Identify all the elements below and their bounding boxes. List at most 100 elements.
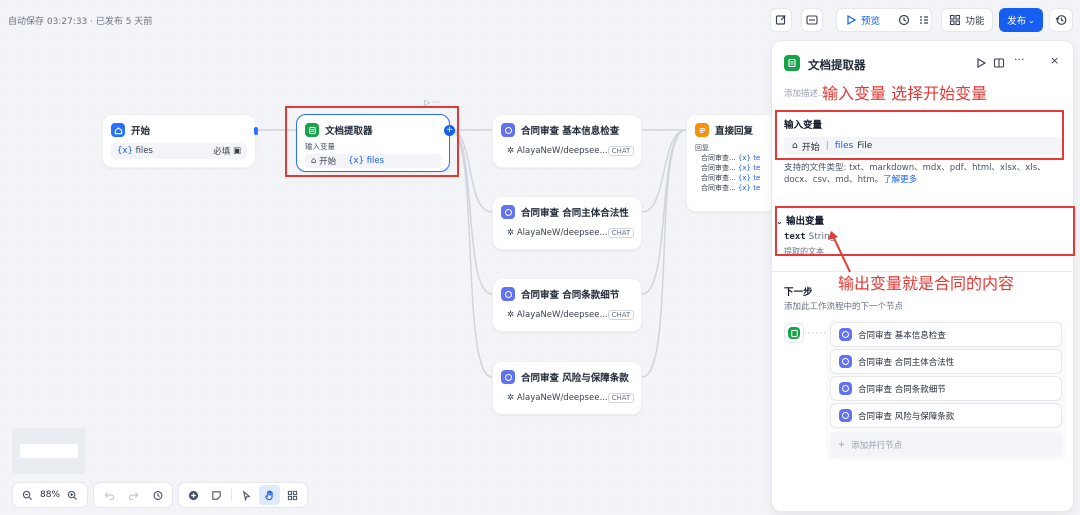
node-llm[interactable]: 合同审查 基本信息检查 ✲ AlayaNeW/deepsee... CHAT: [492, 114, 642, 168]
node-llm[interactable]: 合同审查 合同主体合法性 ✲ AlayaNeW/deepsee... CHAT: [492, 196, 642, 250]
minimap-viewport: [20, 444, 78, 458]
history-run-button[interactable]: [898, 14, 910, 26]
list-check-icon: [920, 16, 929, 24]
llm-icon: [501, 205, 515, 219]
preview-group: 预览: [836, 8, 932, 32]
document-icon: [788, 327, 800, 339]
zoom-level[interactable]: 88%: [39, 490, 61, 500]
highlight-box-doc-node: [285, 106, 459, 177]
redo-icon: [128, 491, 138, 500]
next-node-label: 合同审查 合同主体合法性: [858, 357, 955, 368]
learn-more-link[interactable]: 了解更多: [883, 175, 917, 185]
next-node-item[interactable]: 合同审查 风险与保障条款: [830, 403, 1062, 428]
next-node-label: 合同审查 风险与保障条款: [858, 411, 955, 422]
model-row: ✲ AlayaNeW/deepsee... CHAT: [501, 307, 635, 323]
answer-ref-row: 合同审查... {x} te: [701, 154, 761, 162]
node-start[interactable]: 开始 {x} files 必填 ▣: [102, 114, 258, 168]
layout-icon: [287, 490, 298, 500]
zoom-in-icon: [68, 490, 78, 500]
divider: [231, 488, 232, 502]
next-step-desc: 添加此工作流程中的下一个节点: [784, 302, 904, 312]
next-node-label: 合同审查 合同条款细节: [858, 384, 946, 395]
more-icon[interactable]: ···: [1014, 53, 1026, 66]
answer-icon: [695, 123, 709, 137]
run-node-icon[interactable]: [975, 57, 987, 69]
book-icon[interactable]: [993, 57, 1005, 69]
next-node-item[interactable]: 合同审查 基本信息检查: [830, 322, 1062, 347]
llm-icon: [501, 287, 515, 301]
model-row: ✲ AlayaNeW/deepsee... CHAT: [501, 390, 635, 406]
node-llm[interactable]: 合同审查 风险与保障条款 ✲ AlayaNeW/deepsee... CHAT: [492, 361, 642, 415]
publish-button[interactable]: 发布 ⌄: [999, 8, 1043, 32]
zoom-out-icon: [22, 490, 32, 500]
features-label: 功能: [965, 16, 985, 27]
answer-ref-row: 合同审查... {x} te: [701, 174, 761, 182]
node-llm[interactable]: 合同审查 合同条款细节 ✲ AlayaNeW/deepsee... CHAT: [492, 278, 642, 332]
hand-icon: [265, 490, 273, 500]
output-handle[interactable]: [254, 127, 258, 135]
description-input[interactable]: 添加描述...: [784, 87, 826, 99]
change-history-button[interactable]: [146, 485, 168, 505]
env-icon: [806, 15, 818, 25]
model-name: AlayaNeW/deepsee...: [516, 228, 608, 238]
document-icon: [784, 55, 800, 71]
add-node-button[interactable]: [183, 485, 204, 505]
start-variable-row: {x} files 必填 ▣: [111, 143, 247, 159]
model-name: AlayaNeW/deepsee...: [516, 393, 608, 403]
features-button[interactable]: 功能: [941, 8, 993, 32]
zoom-controls: 88%: [12, 482, 88, 508]
undo-button[interactable]: [98, 485, 120, 505]
node-title: 合同审查 合同主体合法性: [521, 208, 629, 219]
redo-button[interactable]: [122, 485, 144, 505]
next-node-item[interactable]: 合同审查 合同条款细节: [830, 376, 1062, 401]
answer-ref-row: 合同审查... {x} te: [701, 184, 761, 192]
llm-icon: [839, 409, 852, 422]
history-icon: [152, 490, 162, 500]
checklist-button[interactable]: [918, 14, 930, 26]
next-node-item[interactable]: 合同审查 合同主体合法性: [830, 349, 1062, 374]
next-node-label: 合同审查 基本信息检查: [858, 330, 946, 341]
history-icon: [1055, 15, 1067, 25]
next-step-title: 下一步: [784, 287, 813, 298]
model-mode-tag: CHAT: [607, 310, 635, 320]
node-title: 合同审查 合同条款细节: [521, 290, 620, 301]
hand-mode-button[interactable]: [259, 485, 281, 505]
version-history-button[interactable]: [1049, 8, 1073, 32]
add-circle-icon: [188, 490, 199, 500]
publish-label: 发布: [1007, 16, 1027, 27]
autosave-status: 自动保存 03:27:33 · 已发布 5 天前: [8, 17, 153, 27]
cursor-icon: [242, 489, 251, 501]
env-variables-button[interactable]: [801, 8, 823, 32]
add-note-button[interactable]: [206, 485, 227, 505]
node-title: 直接回复: [715, 126, 754, 137]
zoom-out-button[interactable]: [17, 485, 37, 505]
add-parallel-label: 添加并行节点: [851, 440, 903, 451]
checklist-toggle-button[interactable]: [770, 8, 792, 32]
close-icon[interactable]: ×: [1050, 54, 1062, 67]
play-icon: [847, 14, 857, 26]
annotation-output-text: 输出变量就是合同的内容: [838, 274, 1015, 293]
plus-icon: +: [838, 439, 846, 450]
model-icon: ✲: [507, 310, 517, 320]
current-node-badge: [784, 323, 804, 343]
highlight-box-input: [775, 110, 1064, 160]
annotation-arrow: [828, 231, 851, 273]
model-mode-tag: CHAT: [607, 228, 635, 238]
panel-title: 文档提取器: [808, 58, 866, 72]
grid-icon: [950, 14, 961, 26]
model-name: AlayaNeW/deepsee...: [516, 310, 608, 320]
model-mode-tag: CHAT: [607, 393, 635, 403]
note-icon: [212, 490, 221, 500]
preview-button[interactable]: 预览: [845, 13, 880, 27]
supported-types-text: 支持的文件类型: txt、markdown、mdx、pdf、html、xlsx、…: [784, 162, 1066, 186]
organize-button[interactable]: [282, 485, 303, 505]
zoom-in-button[interactable]: [63, 485, 83, 505]
llm-icon: [839, 328, 852, 341]
pointer-mode-button[interactable]: [236, 485, 257, 505]
node-actions-icon[interactable]: ▷ ···: [424, 98, 440, 107]
minimap[interactable]: [12, 428, 86, 474]
node-title: 合同审查 风险与保障条款: [521, 373, 629, 384]
preview-label: 预览: [861, 16, 881, 27]
add-parallel-node-button[interactable]: + 添加并行节点: [830, 432, 1062, 457]
model-icon: ✲: [507, 228, 517, 238]
